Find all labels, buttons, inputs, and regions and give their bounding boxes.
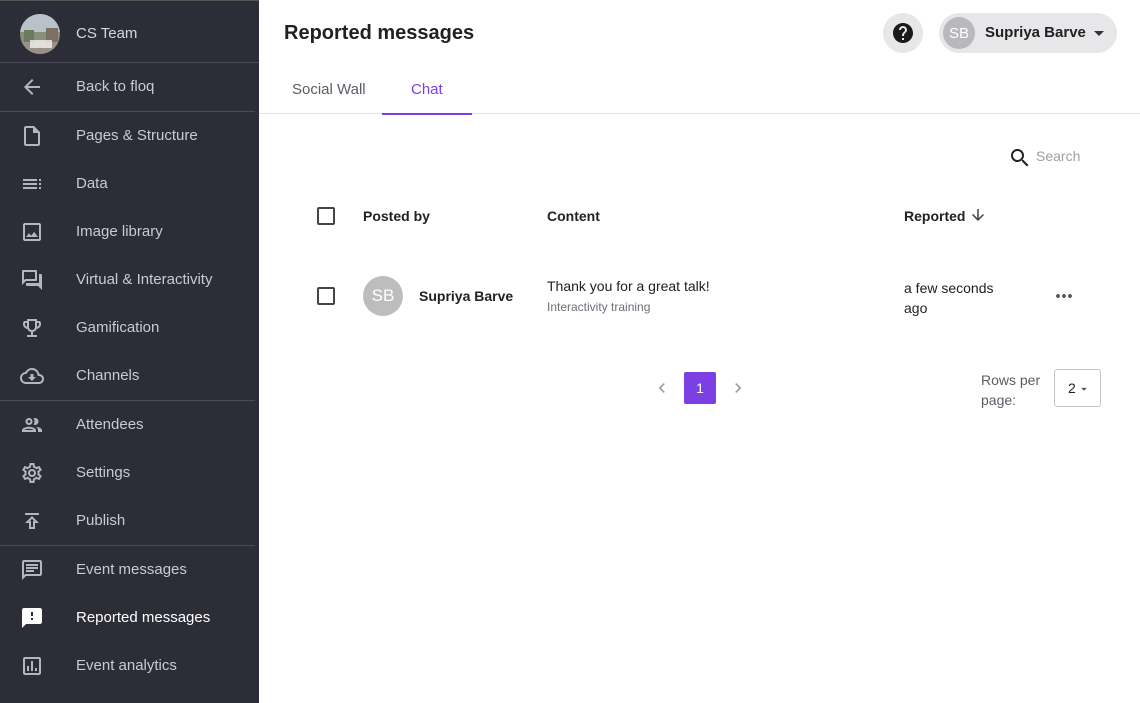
sidebar-item-label: Gamification — [76, 319, 160, 336]
message-icon — [20, 558, 44, 582]
sidebar-item-label: Channels — [76, 367, 140, 384]
sidebar-item-data[interactable]: Data — [0, 160, 259, 208]
analytics-icon — [20, 654, 44, 678]
sidebar-item-label: Event analytics — [76, 657, 177, 674]
arrow-back-icon — [20, 75, 44, 99]
search-icon — [1008, 146, 1032, 170]
page-icon — [20, 124, 44, 148]
publish-icon — [20, 509, 44, 533]
sidebar-item-reported-messages[interactable]: Reported messages — [0, 594, 259, 642]
sidebar-item-gamification[interactable]: Gamification — [0, 304, 259, 352]
tab-label: Social Wall — [292, 81, 366, 98]
gear-icon — [20, 461, 44, 485]
column-header-reported[interactable]: Reported — [904, 208, 965, 224]
caret-down-icon — [1077, 382, 1091, 396]
back-to-floq-label: Back to floq — [76, 78, 155, 95]
search-box[interactable] — [1008, 144, 1108, 172]
help-button[interactable] — [883, 13, 923, 53]
user-name: Supriya Barve — [985, 24, 1086, 41]
sidebar-item-image-library[interactable]: Image library — [0, 208, 259, 256]
cloud-download-icon — [20, 364, 44, 388]
page-title: Reported messages — [284, 22, 475, 44]
page-number-button[interactable]: 1 — [684, 372, 716, 404]
people-icon — [20, 413, 44, 437]
back-to-floq-link[interactable]: Back to floq — [0, 63, 259, 111]
select-all-checkbox[interactable] — [317, 207, 335, 225]
sidebar-item-channels[interactable]: Channels — [0, 352, 259, 400]
sidebar-item-attendees[interactable]: Attendees — [0, 401, 259, 449]
team-avatar — [20, 14, 60, 54]
tab-active-indicator — [382, 113, 472, 115]
report-message-icon — [20, 606, 44, 630]
sidebar-item-event-messages[interactable]: Event messages — [0, 546, 259, 594]
user-avatar: SB — [943, 17, 975, 49]
help-icon — [893, 23, 913, 43]
user-menu-button[interactable]: SB Supriya Barve — [939, 13, 1117, 53]
sidebar-item-label: Reported messages — [76, 609, 211, 626]
sidebar-item-virtual-interactivity[interactable]: Virtual & Interactivity — [0, 256, 259, 304]
rows-per-page-select[interactable]: 2 — [1054, 369, 1101, 407]
rows-per-page-label: Rows per page: — [981, 372, 1041, 408]
message-source: Interactivity training — [547, 300, 651, 314]
tab-social-wall[interactable]: Social Wall — [259, 64, 382, 114]
sidebar-item-label: Publish — [76, 512, 126, 529]
sidebar-item-pages-structure[interactable]: Pages & Structure — [0, 112, 259, 160]
row-checkbox[interactable] — [317, 287, 335, 305]
column-header-posted-by[interactable]: Posted by — [363, 208, 430, 224]
rows-per-page-value: 2 — [1068, 380, 1076, 396]
sidebar-item-label: Virtual & Interactivity — [76, 271, 213, 288]
image-icon — [20, 220, 44, 244]
sidebar: CS Team Back to floq Pages & Structure D… — [0, 0, 259, 703]
sidebar-item-label: Event messages — [76, 561, 187, 578]
reported-time: a few seconds ago — [904, 280, 994, 316]
message-content: Thank you for a great talk! — [547, 278, 710, 294]
tab-bar: Social Wall Chat — [259, 64, 1140, 115]
column-header-content[interactable]: Content — [547, 208, 600, 224]
sidebar-item-settings[interactable]: Settings — [0, 449, 259, 497]
tab-chat[interactable]: Chat — [382, 64, 472, 115]
more-options-icon[interactable] — [1052, 284, 1076, 308]
sidebar-item-publish[interactable]: Publish — [0, 497, 259, 545]
avatar: SB — [363, 276, 403, 316]
list-icon — [20, 172, 44, 196]
caret-down-icon — [1087, 21, 1111, 45]
chevron-right-icon[interactable] — [728, 378, 748, 398]
forum-icon — [20, 268, 44, 292]
sidebar-item-event-analytics[interactable]: Event analytics — [0, 642, 259, 690]
sort-arrow-down-icon[interactable] — [969, 206, 987, 224]
posted-by-name: Supriya Barve — [419, 288, 514, 304]
trophy-icon — [20, 316, 44, 340]
chevron-left-icon[interactable] — [652, 378, 672, 398]
sidebar-item-label: Settings — [76, 464, 131, 481]
sidebar-item-label: Image library — [76, 223, 163, 240]
team-header[interactable]: CS Team — [0, 1, 259, 63]
sidebar-item-label: Pages & Structure — [76, 127, 198, 144]
sidebar-item-label: Attendees — [76, 416, 144, 433]
sidebar-item-label: Data — [76, 175, 108, 192]
tab-label: Chat — [411, 81, 443, 98]
search-input[interactable] — [1036, 148, 1106, 164]
team-name: CS Team — [76, 25, 138, 42]
